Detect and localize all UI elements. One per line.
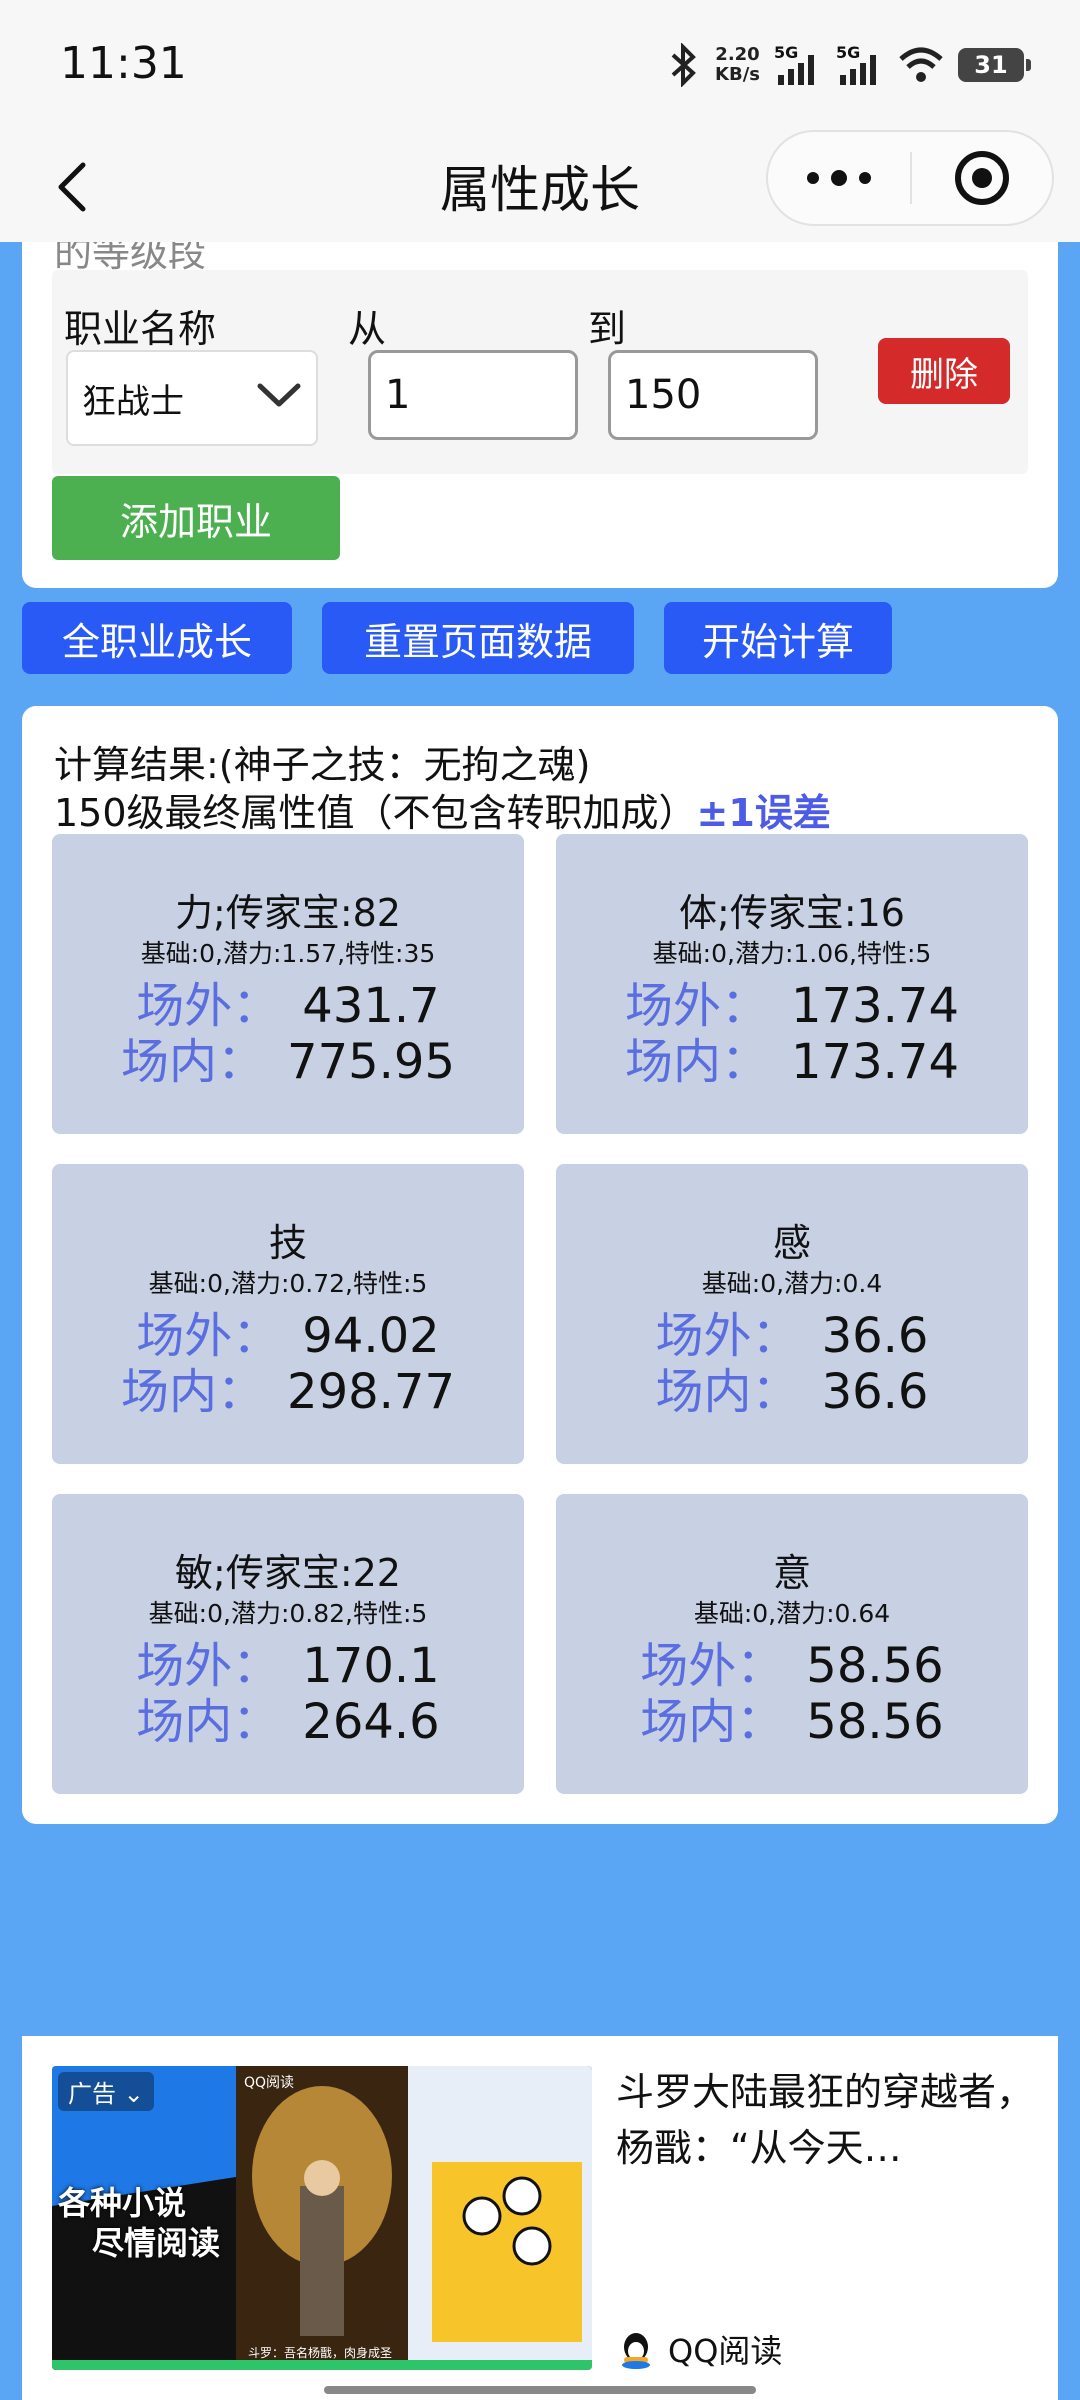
qq-penguin-icon bbox=[622, 2333, 650, 2369]
stat-inside: 场内： 298.77 bbox=[121, 1364, 455, 1420]
target-icon bbox=[955, 151, 1009, 205]
ad-brand[interactable]: QQ阅读 bbox=[616, 2326, 782, 2372]
dot-icon bbox=[831, 170, 847, 186]
signal-5g-2: 5G bbox=[836, 43, 884, 87]
stat-card-agility: 敏;传家宝:22 基础:0,潜力:0.82,特性:5 场外： 170.1 场内： 2… bbox=[52, 1494, 524, 1794]
job-row: 职业名称 从 到 狂战士 1 150 删除 bbox=[52, 270, 1028, 474]
battery-indicator: 31 bbox=[958, 48, 1031, 82]
stat-meta: 基础:0,潜力:1.06,特性:5 bbox=[652, 939, 932, 968]
ad-tag: 广告 ⌄ bbox=[58, 2072, 154, 2111]
stat-card-constitution: 体;传家宝:16 基础:0,潜力:1.06,特性:5 场外： 173.74 场内：… bbox=[556, 834, 1028, 1134]
more-button[interactable] bbox=[768, 132, 910, 224]
ad-app-badge: QQ阅读 bbox=[244, 2075, 295, 2091]
dot-icon bbox=[807, 172, 819, 184]
stat-meta: 基础:0,潜力:0.82,特性:5 bbox=[148, 1599, 428, 1628]
wifi-icon bbox=[899, 47, 943, 82]
stat-name: 敏;传家宝:22 bbox=[175, 1551, 401, 1595]
stat-inside: 场内： 58.56 bbox=[640, 1694, 944, 1750]
nav-bar: 属性成长 bbox=[0, 130, 1080, 242]
ad-card[interactable]: 广告 ⌄ 各种小说 尽情阅读 QQ阅读 斗罗：吾名杨戬，肉身成圣 斗罗大陆最狂的… bbox=[22, 2036, 1058, 2400]
result-card: 计算结果:(神子之技：无拘之魂) 150级最终属性值（不包含转职加成）±1误差 … bbox=[22, 706, 1058, 1824]
level-from-input[interactable]: 1 bbox=[368, 350, 578, 440]
to-label: 到 bbox=[588, 307, 627, 351]
ad-headline[interactable]: 斗罗大陆最狂的穿越者，杨戬：“从今天… bbox=[616, 2064, 1036, 2176]
job-name-label: 职业名称 bbox=[64, 307, 217, 351]
error-note: ±1误差 bbox=[696, 791, 831, 835]
stat-name: 力;传家宝:82 bbox=[175, 891, 401, 935]
ad-image[interactable]: 广告 ⌄ 各种小说 尽情阅读 QQ阅读 斗罗：吾名杨戬，肉身成圣 bbox=[52, 2066, 592, 2370]
chevron-down-icon bbox=[257, 383, 301, 407]
stat-inside: 场内： 775.95 bbox=[121, 1034, 455, 1090]
miniprogram-capsule bbox=[766, 130, 1054, 226]
dot-icon bbox=[859, 172, 871, 184]
status-time: 11:31 bbox=[60, 38, 187, 89]
job-select[interactable]: 狂战士 bbox=[66, 350, 318, 446]
status-bar: 11:31 2.20 KB/s 5G 5G 31 bbox=[0, 0, 1080, 130]
delete-button[interactable]: 删除 bbox=[878, 338, 1010, 404]
chevron-down-icon: ⌄ bbox=[123, 2080, 144, 2108]
stat-inside: 场内： 173.74 bbox=[625, 1034, 959, 1090]
level-to-input[interactable]: 150 bbox=[608, 350, 818, 440]
stat-meta: 基础:0,潜力:0.72,特性:5 bbox=[148, 1269, 428, 1298]
stat-meta: 基础:0,潜力:1.57,特性:35 bbox=[140, 939, 436, 968]
stat-card-perception: 感 基础:0,潜力:0.4 场外： 36.6 场内： 36.6 bbox=[556, 1164, 1028, 1464]
result-subtitle: 150级最终属性值（不包含转职加成）±1误差 bbox=[54, 791, 831, 835]
network-speed: 2.20 KB/s bbox=[715, 44, 760, 85]
stat-name: 感 bbox=[772, 1221, 811, 1265]
stat-inside: 场内： 264.6 bbox=[136, 1694, 440, 1750]
status-icons: 2.20 KB/s 5G 5G 31 bbox=[667, 40, 1031, 90]
from-label: 从 bbox=[348, 307, 387, 351]
job-card: 的等级段 职业名称 从 到 狂战士 1 150 删除 添加职业 bbox=[22, 242, 1058, 588]
add-job-button[interactable]: 添加职业 bbox=[52, 476, 340, 560]
stat-meta: 基础:0,潜力:0.64 bbox=[693, 1599, 891, 1628]
stat-name: 体;传家宝:16 bbox=[679, 891, 905, 935]
reset-page-button[interactable]: 重置页面数据 bbox=[322, 602, 634, 674]
all-job-growth-button[interactable]: 全职业成长 bbox=[22, 602, 292, 674]
start-calc-button[interactable]: 开始计算 bbox=[664, 602, 892, 674]
stat-name: 技 bbox=[268, 1221, 307, 1265]
stat-card-will: 意 基础:0,潜力:0.64 场外： 58.56 场内： 58.56 bbox=[556, 1494, 1028, 1794]
job-select-value: 狂战士 bbox=[82, 381, 184, 422]
stat-card-skill: 技 基础:0,潜力:0.72,特性:5 场外： 94.02 场内： 298.77 bbox=[52, 1164, 524, 1464]
home-indicator[interactable] bbox=[324, 2386, 756, 2394]
result-title: 计算结果:(神子之技：无拘之魂) bbox=[54, 743, 591, 787]
ad-slogan-line2: 尽情阅读 bbox=[92, 2224, 221, 2262]
signal-5g-1: 5G bbox=[774, 43, 822, 87]
stat-card-strength: 力;传家宝:82 基础:0,潜力:1.57,特性:35 场外： 431.7 场内：… bbox=[52, 834, 524, 1134]
ad-book-caption: 斗罗：吾名杨戬，肉身成圣 bbox=[248, 2346, 393, 2360]
stat-name: 意 bbox=[772, 1551, 811, 1595]
stat-inside: 场内： 36.6 bbox=[655, 1364, 929, 1420]
bluetooth-icon bbox=[671, 43, 696, 87]
stat-meta: 基础:0,潜力:0.4 bbox=[701, 1269, 883, 1298]
close-miniprogram-button[interactable] bbox=[912, 132, 1052, 224]
